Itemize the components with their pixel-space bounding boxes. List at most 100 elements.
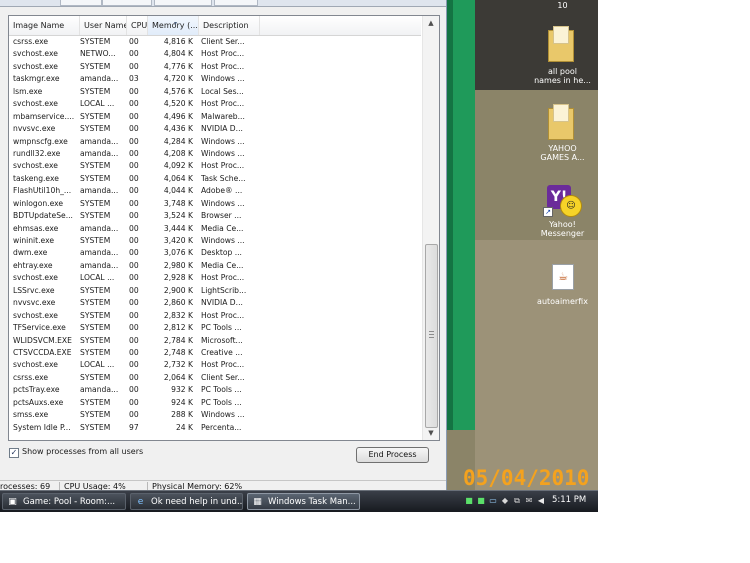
process-cpu: 00 <box>129 236 139 245</box>
process-row[interactable]: smss.exe SYSTEM 00 288 K Windows ... <box>9 409 421 421</box>
process-row[interactable]: csrss.exe SYSTEM 00 2,064 K Client Ser... <box>9 372 421 384</box>
screenshot: Image Name User Name CPU Memory (... ▾ D… <box>0 0 598 512</box>
grip-line <box>429 331 434 332</box>
process-cpu: 00 <box>129 186 139 196</box>
tray-chat-icon[interactable]: ✉ <box>524 496 534 506</box>
tab-fragment[interactable] <box>154 0 212 6</box>
process-memory: 4,576 K <box>163 86 193 96</box>
process-row[interactable]: svchost.exe LOCAL ... 00 2,732 K Host Proc..… <box>9 359 421 371</box>
process-image-name: ehtray.exe <box>13 260 53 270</box>
process-row[interactable]: csrss.exe SYSTEM 00 4,816 K Client Ser... <box>9 36 421 48</box>
process-row[interactable]: pctsTray.exe amanda... 00 932 K PC Tools ... <box>9 384 421 396</box>
taskbar-button-help-thread[interactable]: e Ok need help in und... <box>130 493 243 510</box>
tray-display-icon[interactable]: ▭ <box>488 496 498 506</box>
process-row[interactable]: rundll32.exe amanda... 00 4,208 K Windows ..… <box>9 148 421 160</box>
process-row[interactable]: pctsAuxs.exe SYSTEM 00 924 K PC Tools ... <box>9 397 421 409</box>
desktop-icon-label[interactable]: Yahoo! Messenger <box>487 220 598 238</box>
vertical-scrollbar[interactable]: ▲ ▼ <box>422 16 439 440</box>
process-image-name: pctsAuxs.exe <box>13 397 64 407</box>
sort-arrow-icon: ▾ <box>174 20 178 27</box>
process-row[interactable]: svchost.exe NETWO... 00 4,804 K Host Proc... <box>9 48 421 60</box>
tray-volume-icon[interactable]: ◀ <box>536 496 546 506</box>
process-row[interactable]: svchost.exe SYSTEM 00 2,832 K Host Proc... <box>9 310 421 322</box>
tab-fragment[interactable] <box>214 0 258 6</box>
process-user-name: SYSTEM <box>80 410 111 420</box>
tab-fragment[interactable] <box>102 0 152 6</box>
process-row[interactable]: CTSVCCDA.EXE SYSTEM 00 2,748 K Creative ... <box>9 347 421 359</box>
process-row[interactable]: mbamservice.... SYSTEM 00 4,496 K Malwareb..… <box>9 111 421 123</box>
process-row[interactable]: dwm.exe amanda... 00 3,076 K Desktop ... <box>9 247 421 259</box>
process-row[interactable]: lsm.exe SYSTEM 00 4,576 K Local Ses... <box>9 86 421 98</box>
end-process-button[interactable]: End Process <box>356 447 429 463</box>
desktop-icon-label[interactable]: all pool names in he... <box>487 67 598 85</box>
process-user-name: SYSTEM <box>80 86 111 96</box>
column-header-user-name[interactable]: User Name <box>80 16 127 35</box>
process-user-name: SYSTEM <box>80 198 111 208</box>
process-list[interactable]: Image Name User Name CPU Memory (... ▾ D… <box>8 15 440 441</box>
column-header-description[interactable]: Description <box>199 16 260 35</box>
process-user-name: SYSTEM <box>80 285 111 295</box>
tab-fragment[interactable] <box>60 0 102 6</box>
folder-icon[interactable] <box>548 104 574 140</box>
process-image-name: smss.exe <box>13 410 49 420</box>
shortcut-arrow-icon: ↗ <box>543 207 553 217</box>
process-description: PC Tools ... <box>201 323 242 333</box>
folder-icon[interactable] <box>548 26 574 62</box>
java-file-icon[interactable]: ☕ <box>552 264 574 290</box>
column-header-image-name[interactable]: Image Name <box>9 16 80 35</box>
process-cpu: 00 <box>129 111 139 121</box>
process-memory: 2,900 K <box>163 285 193 295</box>
process-row[interactable]: taskeng.exe SYSTEM 00 4,064 K Task Sche... <box>9 173 421 185</box>
process-description: Media Ce... <box>201 223 244 233</box>
process-image-name: CTSVCCDA.EXE <box>13 347 72 357</box>
process-row[interactable]: wmpnscfg.exe amanda... 00 4,284 K Windows ..… <box>9 136 421 148</box>
taskbar-button-game-pool[interactable]: ▣ Game: Pool - Room:... <box>2 493 126 510</box>
desktop-icon-label[interactable]: autoaimerfix <box>487 297 598 306</box>
process-row[interactable]: System Idle P... SYSTEM 97 24 K Percenta... <box>9 422 421 434</box>
process-row[interactable]: wininit.exe SYSTEM 00 3,420 K Windows ... <box>9 235 421 247</box>
tab-strip <box>0 0 446 7</box>
show-all-users-option[interactable]: ✓ Show processes from all users <box>9 446 143 458</box>
process-user-name: LOCAL ... <box>80 273 115 283</box>
tray-network-icon[interactable]: ⧉ <box>512 496 522 506</box>
process-user-name: LOCAL ... <box>80 99 115 109</box>
process-memory: 2,832 K <box>163 310 193 320</box>
process-row[interactable]: taskmgr.exe amanda... 03 4,720 K Windows ... <box>9 73 421 85</box>
tray-app-icon[interactable]: ◆ <box>500 496 510 506</box>
process-row[interactable]: FlashUtil10h_... amanda... 00 4,044 K Adobe®… <box>9 185 421 197</box>
process-description: Percenta... <box>201 422 242 432</box>
process-description: NVIDIA D... <box>201 124 243 134</box>
process-row[interactable]: BDTUpdateSe... SYSTEM 00 3,524 K Browser ... <box>9 210 421 222</box>
process-row[interactable]: svchost.exe LOCAL ... 00 2,928 K Host Proc..… <box>9 272 421 284</box>
process-row[interactable]: svchost.exe SYSTEM 00 4,776 K Host Proc... <box>9 61 421 73</box>
taskbar-button-task-manager[interactable]: ▦ Windows Task Man... <box>247 493 360 510</box>
process-description: Windows ... <box>201 198 245 208</box>
desktop-icon-label[interactable]: YAHOO GAMES A... <box>487 144 598 162</box>
process-image-name: svchost.exe <box>13 310 58 320</box>
tray-green-icon[interactable]: ■ <box>464 496 474 506</box>
process-row[interactable]: svchost.exe LOCAL ... 00 4,520 K Host Proc..… <box>9 98 421 110</box>
process-row[interactable]: LSSrvc.exe SYSTEM 00 2,900 K LightScrib... <box>9 285 421 297</box>
process-row[interactable]: ehtray.exe amanda... 00 2,980 K Media Ce... <box>9 260 421 272</box>
process-cpu: 00 <box>129 61 139 71</box>
taskbar-clock[interactable]: 5:11 PM <box>552 495 586 505</box>
process-user-name: SYSTEM <box>80 236 111 245</box>
process-description: Host Proc... <box>201 61 245 71</box>
process-row[interactable]: winlogon.exe SYSTEM 00 3,748 K Windows ... <box>9 198 421 210</box>
process-cpu: 00 <box>129 335 139 345</box>
process-memory: 2,748 K <box>163 347 193 357</box>
process-row[interactable]: TFService.exe SYSTEM 00 2,812 K PC Tools ... <box>9 322 421 334</box>
process-row[interactable]: ehmsas.exe amanda... 00 3,444 K Media Ce... <box>9 223 421 235</box>
scroll-up-icon[interactable]: ▲ <box>423 16 439 30</box>
scrollbar-thumb[interactable] <box>425 244 438 428</box>
process-row[interactable]: nvvsvc.exe SYSTEM 00 2,860 K NVIDIA D... <box>9 297 421 309</box>
column-header-memory[interactable]: Memory (... ▾ <box>148 16 199 35</box>
column-header-cpu[interactable]: CPU <box>127 16 148 35</box>
process-row[interactable]: WLIDSVCM.EXE SYSTEM 00 2,784 K Microsoft... <box>9 335 421 347</box>
process-description: Client Ser... <box>201 37 245 46</box>
process-row[interactable]: svchost.exe SYSTEM 00 4,092 K Host Proc... <box>9 160 421 172</box>
show-all-users-checkbox[interactable]: ✓ <box>9 448 19 458</box>
process-row[interactable]: nvvsvc.exe SYSTEM 00 4,436 K NVIDIA D... <box>9 123 421 135</box>
tray-green-icon[interactable]: ■ <box>476 496 486 506</box>
scroll-down-icon[interactable]: ▼ <box>423 426 439 440</box>
